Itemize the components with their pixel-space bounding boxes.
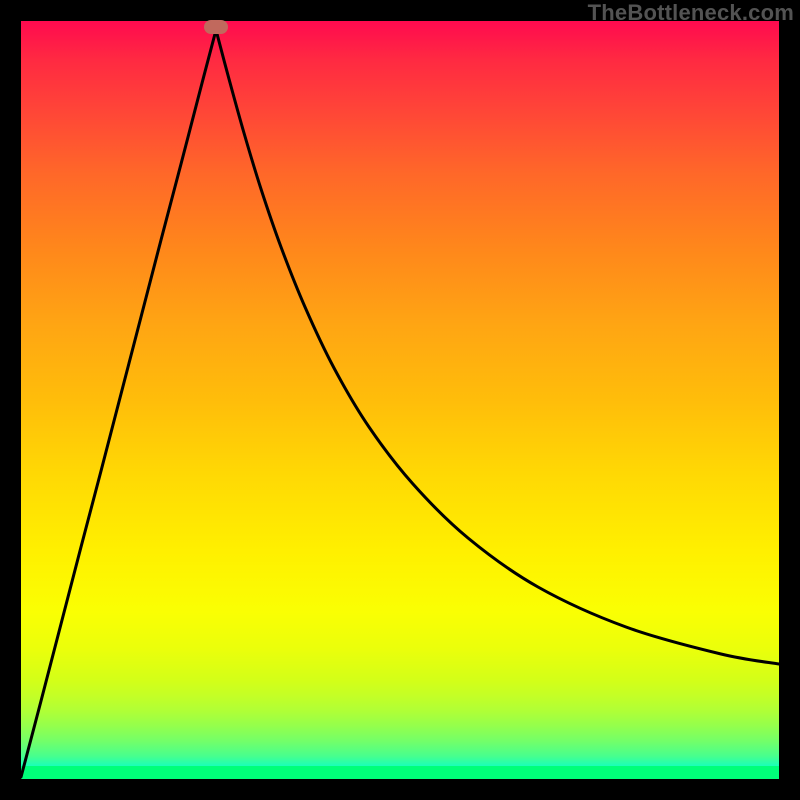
chart-frame — [21, 21, 779, 779]
curve-path — [21, 30, 779, 777]
chart-curve-svg — [21, 21, 779, 779]
minimum-marker — [204, 20, 228, 34]
